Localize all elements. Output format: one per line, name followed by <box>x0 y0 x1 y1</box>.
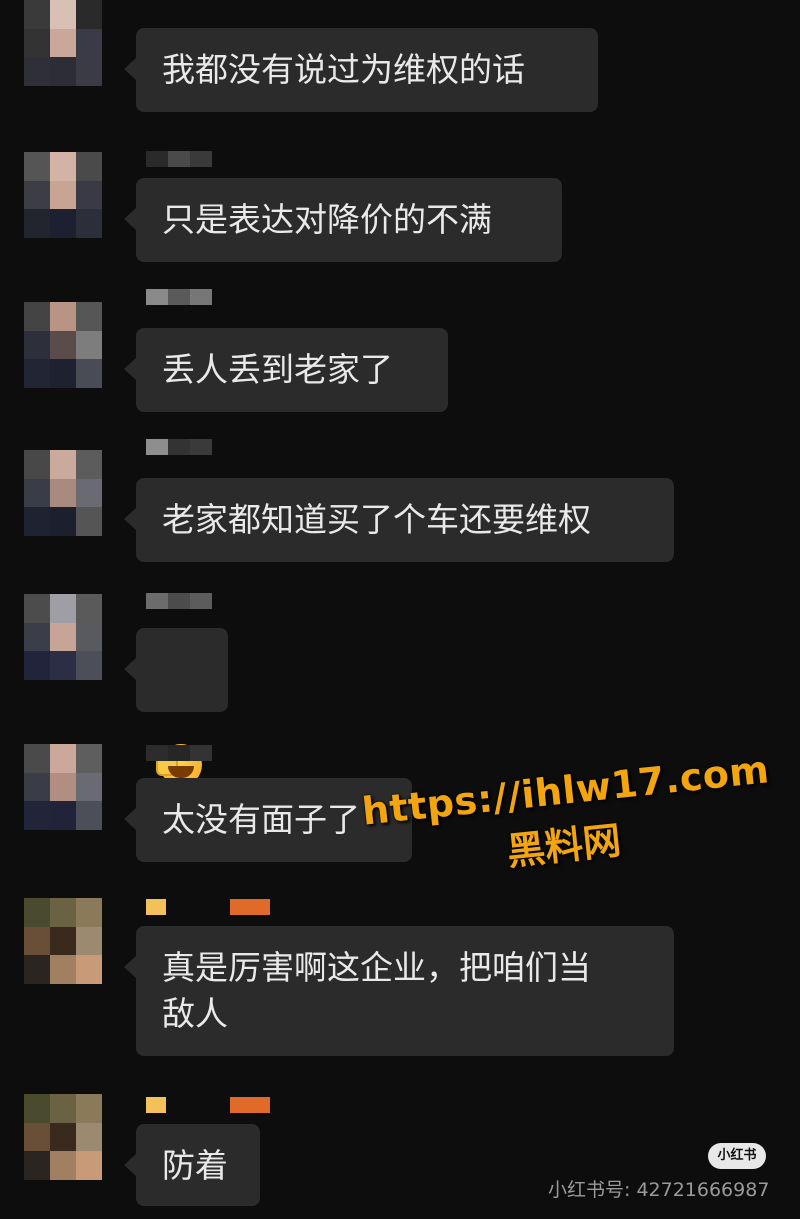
watermark: https://ihlw17.com 黑料网 <box>360 747 772 889</box>
message-bubble[interactable]: 真是厉害啊这企业，把咱们当 敌人 <box>124 926 674 1056</box>
sender-name <box>146 288 212 306</box>
sender-name <box>146 150 212 168</box>
avatar[interactable] <box>24 744 102 830</box>
xiaohongshu-logo: 小红书 <box>708 1143 766 1169</box>
avatar[interactable] <box>24 152 102 238</box>
avatar[interactable] <box>24 0 102 86</box>
message-bubble[interactable]: 防着 <box>124 1124 260 1206</box>
avatar[interactable] <box>24 450 102 536</box>
sender-name <box>146 744 212 762</box>
watermark-url: https://ihlw17.com <box>360 747 772 834</box>
message-bubble[interactable]: 只是表达对降价的不满 <box>124 178 562 262</box>
avatar[interactable] <box>24 898 102 984</box>
avatar[interactable] <box>24 1094 102 1180</box>
sender-name <box>146 438 212 456</box>
message-bubble[interactable]: 丢人丢到老家了 <box>124 328 448 412</box>
message-bubble[interactable]: 太没有面子了 <box>124 778 412 862</box>
watermark-name: 黑料网 <box>504 818 623 874</box>
message-bubble[interactable] <box>124 628 228 786</box>
sender-name <box>146 592 212 610</box>
xiaohongshu-id: 小红书号: 42721666987 <box>548 1179 770 1201</box>
sender-name <box>146 1096 270 1114</box>
avatar[interactable] <box>24 594 102 680</box>
message-bubble[interactable]: 我都没有说过为维权的话 <box>124 28 598 112</box>
message-bubble[interactable]: 老家都知道买了个车还要维权 <box>124 478 674 562</box>
avatar[interactable] <box>24 302 102 388</box>
sender-name <box>146 898 270 916</box>
